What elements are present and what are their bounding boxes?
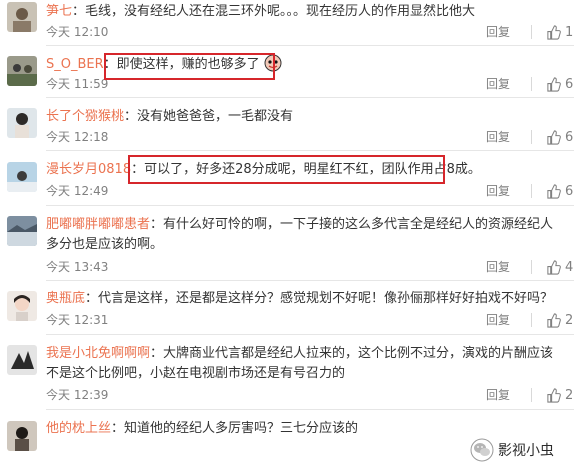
divider xyxy=(531,77,532,91)
comment-meta: 今天 12:31 回复 2 xyxy=(46,310,573,330)
like-button[interactable]: 6 xyxy=(546,127,573,147)
like-count: 11 xyxy=(565,24,574,40)
thumbs-up-icon xyxy=(547,387,561,403)
like-button[interactable]: 4 xyxy=(546,257,573,277)
comment-body: 代言是这样，还是都是这样分？感觉规划不好呢！像孙俪那样好好拍戏不好吗？ xyxy=(98,291,554,306)
thumbs-up-icon xyxy=(547,183,561,199)
avatar[interactable] xyxy=(7,291,37,321)
avatar[interactable] xyxy=(7,345,37,375)
avatar[interactable] xyxy=(7,108,37,138)
divider xyxy=(531,184,532,198)
divider xyxy=(531,25,532,39)
comment-text: 长了个猕猴桃：没有她爸爸爸，一毛都没有 xyxy=(46,109,294,124)
username-link[interactable]: 肥嘟嘟胖嘟嘟患者 xyxy=(46,217,150,232)
divider xyxy=(46,334,574,335)
wechat-logo-icon xyxy=(470,438,494,462)
comment-text: 他的枕上丝：知道他的经纪人多厉害吗？三七分应该的 xyxy=(46,421,359,436)
reply-button[interactable]: 回复 xyxy=(486,181,510,201)
divider xyxy=(531,313,532,327)
divider xyxy=(46,45,574,46)
username-link[interactable]: 长了个猕猴桃 xyxy=(46,109,124,124)
timestamp: 今天 12:18 xyxy=(46,130,109,144)
timestamp: 今天 12:10 xyxy=(46,25,109,39)
reply-button[interactable]: 回复 xyxy=(486,310,510,330)
like-count: 4 xyxy=(565,259,574,275)
like-button[interactable]: 11 xyxy=(546,22,574,42)
divider xyxy=(46,205,574,206)
reply-button[interactable]: 回复 xyxy=(486,22,510,42)
timestamp: 今天 11:59 xyxy=(46,77,109,91)
timestamp: 今天 12:39 xyxy=(46,388,109,402)
username-link[interactable]: 漫长岁月0818 xyxy=(46,162,131,177)
divider xyxy=(531,388,532,402)
divider xyxy=(46,150,574,151)
like-count: 6 xyxy=(565,76,574,92)
username-link[interactable]: 奥瓶底 xyxy=(46,291,85,306)
like-count: 2 xyxy=(565,312,574,328)
reply-button[interactable]: 回复 xyxy=(486,74,510,94)
highlight-box xyxy=(104,53,275,80)
timestamp: 今天 13:43 xyxy=(46,260,109,274)
avatar[interactable] xyxy=(7,216,37,246)
comment-text: 笋七：毛线，没有经纪人还在混三环外呢。。。现在经历人的作用显然比他大 xyxy=(46,4,476,19)
highlight-box xyxy=(128,155,445,184)
username-link[interactable]: 我是小北免啊啊啊 xyxy=(46,346,150,361)
divider xyxy=(531,130,532,144)
like-count: 6 xyxy=(565,183,574,199)
reply-button[interactable]: 回复 xyxy=(486,257,510,277)
thumbs-up-icon xyxy=(547,76,561,92)
comment-meta: 今天 12:39 回复 2 xyxy=(46,385,573,405)
timestamp: 今天 12:49 xyxy=(46,184,109,198)
divider xyxy=(531,260,532,274)
avatar[interactable] xyxy=(7,162,37,192)
avatar[interactable] xyxy=(7,2,37,32)
like-button[interactable]: 2 xyxy=(546,385,573,405)
watermark: 影视小虫 xyxy=(470,438,554,462)
divider xyxy=(46,97,574,98)
username-link[interactable]: 笋七 xyxy=(46,4,72,19)
comment-meta: 今天 12:49 回复 6 xyxy=(46,181,573,201)
comment-text: 我是小北免啊啊啊：大牌商业代言都是经纪人拉来的，这个比例不过分，演戏的片酬应该不… xyxy=(46,346,554,381)
username-link[interactable]: 他的枕上丝 xyxy=(46,421,111,436)
like-button[interactable]: 2 xyxy=(546,310,573,330)
comment-meta: 今天 13:43 回复 4 xyxy=(46,257,573,277)
comment-text: 肥嘟嘟胖嘟嘟患者：有什么好可怜的啊，一下子接的这么多代言全是经纪人的资源经纪人多… xyxy=(46,217,554,252)
avatar[interactable] xyxy=(7,56,37,86)
watermark-text: 影视小虫 xyxy=(498,443,554,459)
comment-body: 没有她爸爸爸，一毛都没有 xyxy=(137,109,294,124)
thumbs-up-icon xyxy=(547,259,561,275)
like-count: 2 xyxy=(565,387,574,403)
like-count: 6 xyxy=(565,129,574,145)
avatar[interactable] xyxy=(7,421,37,451)
thumbs-up-icon xyxy=(547,312,561,328)
like-button[interactable]: 6 xyxy=(546,74,573,94)
username-link[interactable]: S_O_BER xyxy=(46,57,104,72)
comment-body: 知道他的经纪人多厉害吗？三七分应该的 xyxy=(124,421,359,436)
comment-meta: 今天 12:18 回复 6 xyxy=(46,127,573,147)
thumbs-up-icon xyxy=(547,24,561,40)
reply-button[interactable]: 回复 xyxy=(486,127,510,147)
reply-button[interactable]: 回复 xyxy=(486,385,510,405)
comment-text: 奥瓶底：代言是这样，还是都是这样分？感觉规划不好呢！像孙俪那样好好拍戏不好吗？ xyxy=(46,291,554,306)
like-button[interactable]: 6 xyxy=(546,181,573,201)
divider xyxy=(46,280,574,281)
timestamp: 今天 12:31 xyxy=(46,313,109,327)
thumbs-up-icon xyxy=(547,129,561,145)
comment-meta: 今天 12:10 回复 11 xyxy=(46,22,574,42)
comment-body: 毛线，没有经纪人还在混三环外呢。。。现在经历人的作用显然比他大 xyxy=(85,4,476,19)
divider xyxy=(46,409,574,410)
